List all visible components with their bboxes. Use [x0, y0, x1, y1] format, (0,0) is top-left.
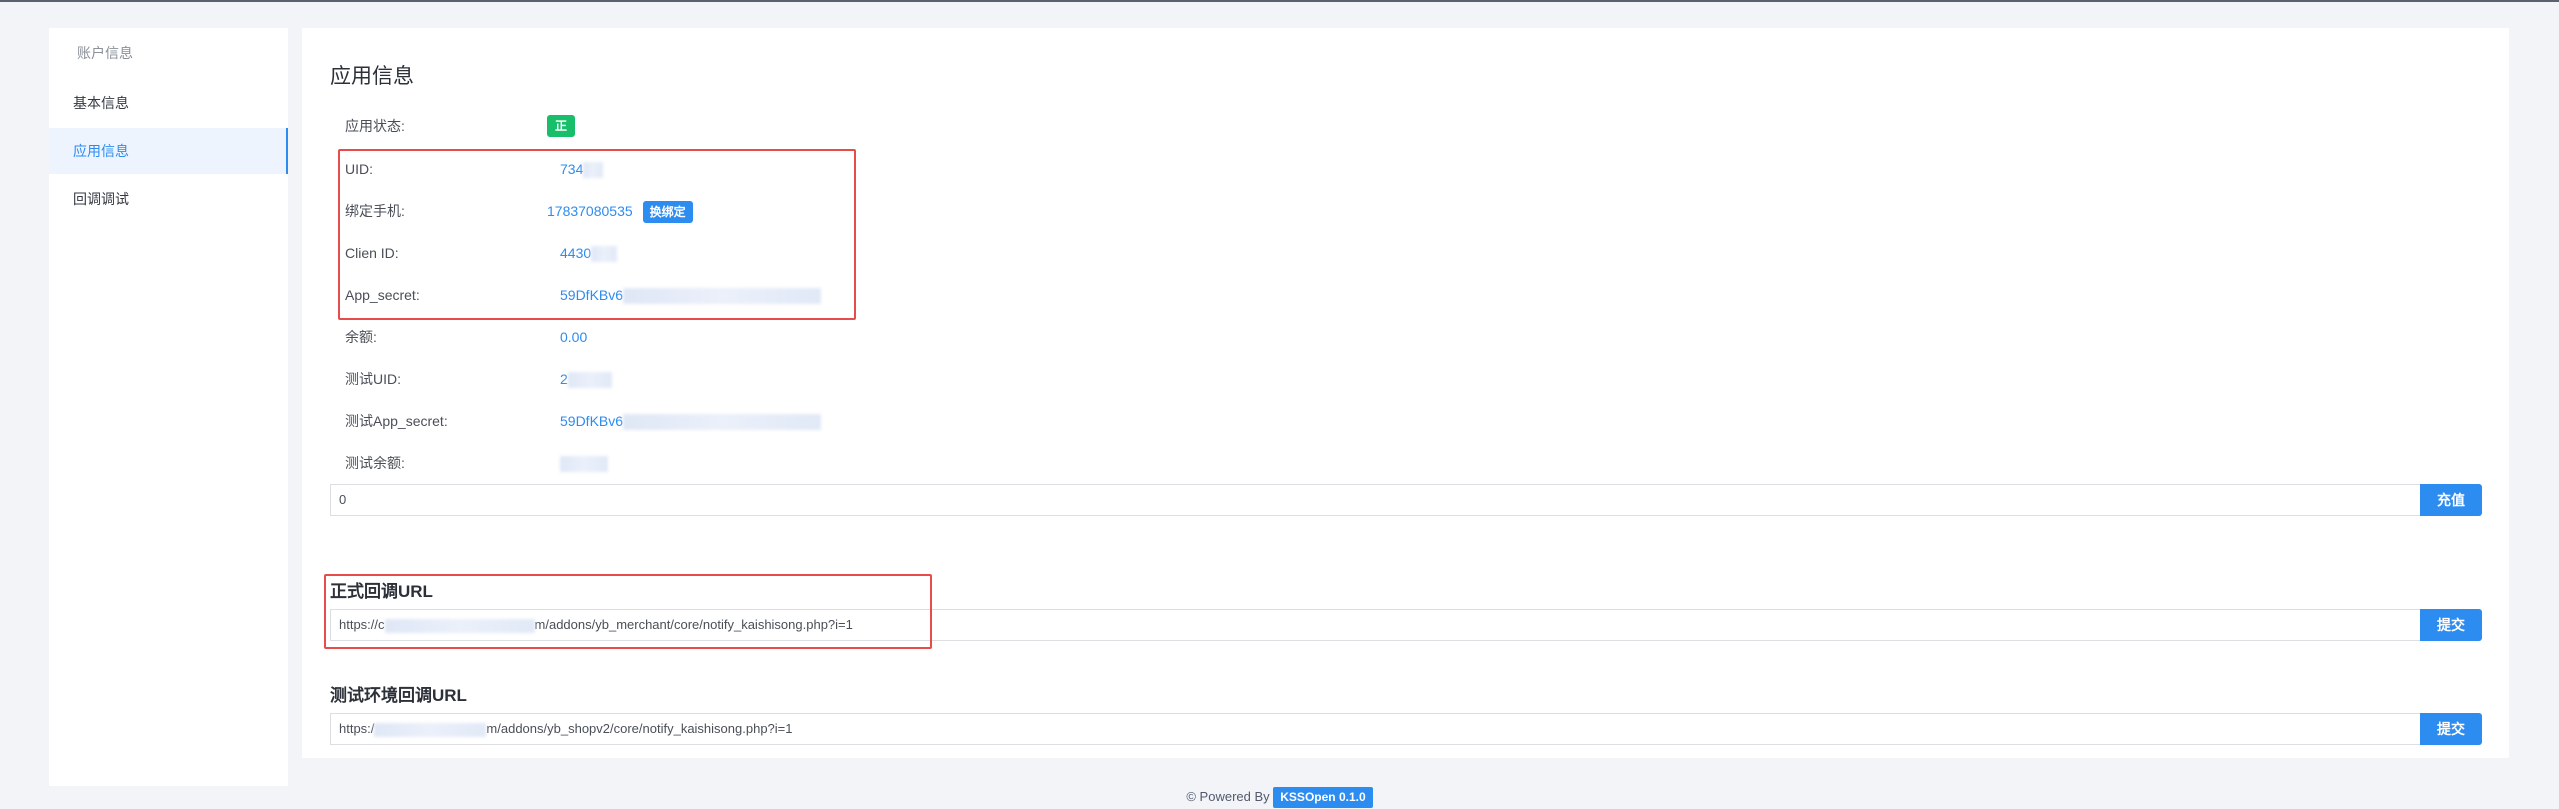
main-panel: 应用信息 应用状态: 正常 UID: 734 绑定手机: 17837080535…	[302, 28, 2509, 758]
prod-callback-submit-button[interactable]: 提交	[2420, 609, 2482, 641]
sidebar-item-app-info[interactable]: 应用信息	[49, 128, 288, 174]
sidebar-section-title: 账户信息	[77, 45, 133, 61]
status-badge: 正常	[547, 115, 576, 155]
rebind-phone-button[interactable]: 换绑定	[642, 201, 693, 224]
prod-callback-title: 正式回调URL	[330, 582, 433, 601]
test-uid-value: 2	[560, 369, 612, 389]
app-secret-label: App_secret:	[345, 287, 420, 303]
redacted-mask	[384, 618, 535, 633]
test-app-secret-value: 59DfKBv6	[560, 411, 822, 431]
redacted-mask	[374, 722, 487, 737]
status-label: 应用状态:	[345, 118, 405, 134]
recharge-amount-input[interactable]: 0	[330, 484, 2420, 516]
redacted-mask	[560, 456, 608, 473]
test-app-secret-label: 测试App_secret:	[345, 413, 448, 429]
top-border	[0, 0, 2559, 2]
prod-callback-url-input[interactable]: https://c m/addons/yb_merchant/core/notif…	[330, 609, 2420, 641]
phone-label: 绑定手机:	[345, 203, 405, 219]
redacted-mask	[623, 288, 822, 305]
uid-value: 734	[560, 159, 604, 179]
test-uid-label: 测试UID:	[345, 371, 401, 387]
redacted-mask	[583, 162, 604, 179]
footer: © Powered By KSSOpen 0.1.0	[0, 787, 2559, 808]
test-balance-label: 测试余额:	[345, 455, 405, 471]
phone-value: 17837080535 换绑定	[547, 201, 693, 224]
test-callback-url-input[interactable]: https:/m/addons/yb_shopv2/core/notify_ka…	[330, 713, 2420, 745]
sidebar: 账户信息 基本信息 应用信息 回调调试	[49, 28, 288, 786]
redacted-mask	[623, 414, 822, 431]
uid-label: UID:	[345, 161, 373, 177]
app-secret-value: 59DfKBv6	[560, 285, 822, 305]
test-callback-title: 测试环境回调URL	[330, 686, 467, 705]
client-id-label: Clien ID:	[345, 245, 399, 261]
recharge-button[interactable]: 充值	[2420, 484, 2482, 516]
version-badge: KSSOpen 0.1.0	[1273, 787, 1373, 808]
sidebar-item-callback-debug[interactable]: 回调调试	[49, 176, 288, 222]
redacted-mask	[591, 246, 618, 263]
client-id-value: 4430	[560, 243, 618, 263]
test-balance-value	[560, 453, 608, 473]
page-title: 应用信息	[330, 65, 414, 88]
balance-value: 0.00	[560, 329, 588, 345]
balance-label: 余额:	[345, 329, 377, 345]
sidebar-item-basic-info[interactable]: 基本信息	[49, 80, 288, 126]
redacted-mask	[567, 372, 612, 389]
test-callback-submit-button[interactable]: 提交	[2420, 713, 2482, 745]
footer-text: © Powered By	[1186, 788, 1270, 804]
